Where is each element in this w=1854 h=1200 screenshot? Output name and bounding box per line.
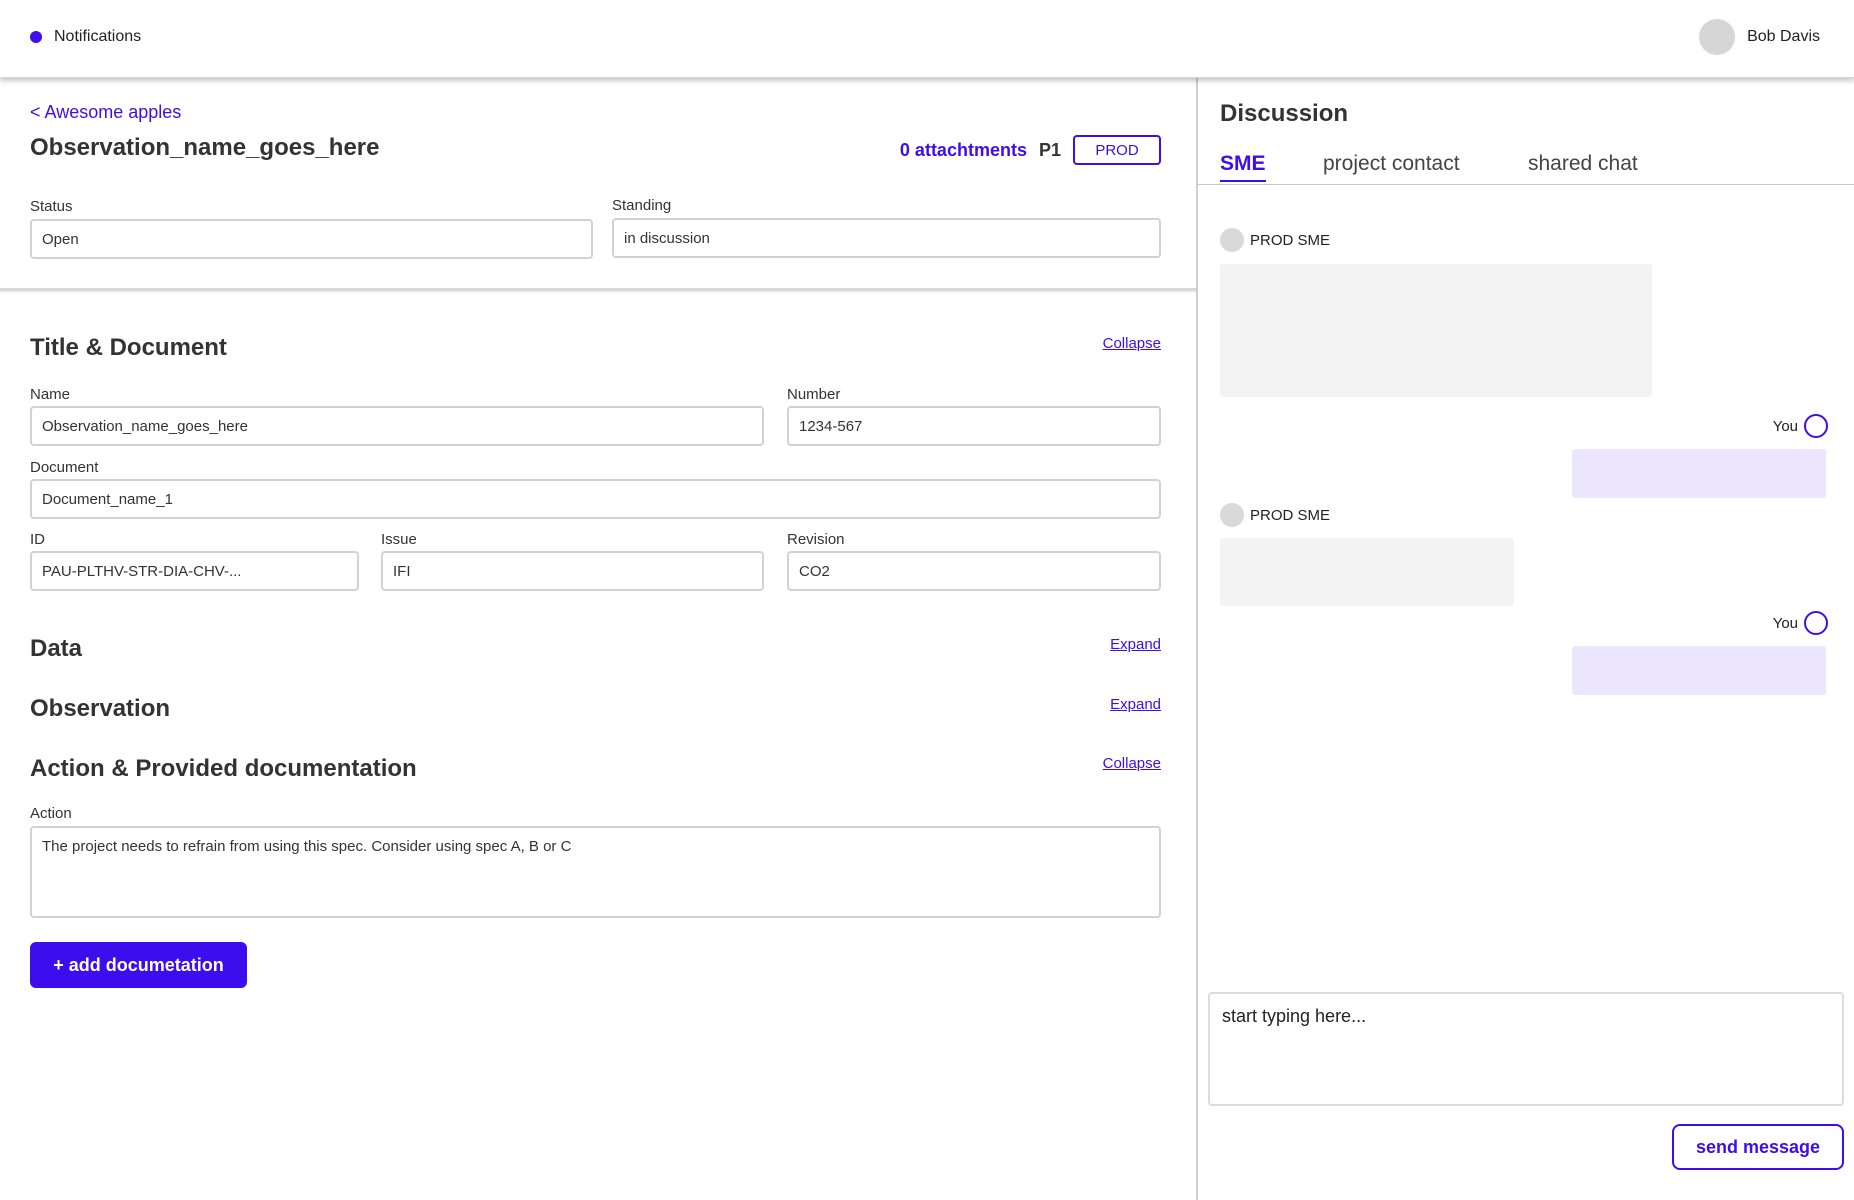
sender-name: You [1772,614,1798,632]
notifications-button[interactable]: Notifications [30,28,141,46]
data-heading: Data [30,635,83,662]
issue-label: Issue [381,531,417,548]
user-menu[interactable]: Bob Davis [1699,19,1820,55]
tab-shared-chat[interactable]: shared chat [1528,152,1638,180]
standing-label: Standing [612,197,672,214]
message-header: You [1773,611,1828,635]
add-documentation-button[interactable]: + add documetation [30,942,247,988]
message-bubble [1572,449,1826,498]
revision-label: Revision [787,531,845,548]
message-bubble [1220,264,1652,397]
observation-pane: < Awesome apples Observation_name_goes_h… [0,78,1196,1200]
message-bubble [1572,646,1826,695]
id-label: ID [30,531,45,548]
priority-label: P1 [1038,139,1061,160]
title-document-collapse-link[interactable]: Collapse [1103,335,1161,352]
header-separator [0,288,1196,291]
sender-name: You [1772,417,1798,435]
action-textarea[interactable]: The project needs to refrain from using … [30,826,1161,918]
issue-field[interactable]: IFI [381,551,764,591]
user-name: Bob Davis [1747,28,1820,45]
back-link[interactable]: < Awesome apples [30,102,181,123]
message-header: PROD SME [1220,228,1330,252]
action-label: Action [30,805,72,822]
title-document-heading: Title & Document [30,334,227,361]
own-avatar [1804,611,1828,635]
sender-avatar [1220,228,1244,252]
observation-expand-link[interactable]: Expand [1110,696,1161,713]
attachments-link[interactable]: 0 attachtments [900,140,1027,161]
observation-meta: 0 attachtments P1 PROD [900,135,1161,165]
number-field[interactable]: 1234-567 [787,406,1161,446]
status-label: Status [30,198,73,215]
avatar [1699,19,1736,55]
message-input[interactable]: start typing here... [1208,992,1844,1106]
name-field[interactable]: Observation_name_goes_here [30,406,764,446]
message-header: PROD SME [1220,503,1330,527]
status-field[interactable]: Open [30,219,593,259]
action-collapse-link[interactable]: Collapse [1103,755,1161,772]
top-bar: Notifications Bob Davis [0,0,1854,78]
discussion-tabs: SME project contact shared chat [1198,150,1854,185]
observation-heading: Observation [30,695,171,722]
data-expand-link[interactable]: Expand [1110,636,1161,653]
discussion-pane: Discussion SME project contact shared ch… [1198,78,1854,1200]
discussion-title: Discussion [1220,100,1349,127]
action-heading: Action & Provided documentation [30,755,417,782]
sender-name: PROD SME [1250,231,1331,249]
message-bubble [1220,538,1514,606]
env-badge: PROD [1073,135,1161,165]
notification-dot-icon [30,31,42,43]
id-field[interactable]: PAU-PLTHV-STR-DIA-CHV-... [30,551,359,591]
document-field[interactable]: Document_name_1 [30,479,1161,519]
number-label: Number [787,386,841,403]
revision-field[interactable]: CO2 [787,551,1161,591]
standing-field[interactable]: in discussion [612,218,1161,258]
name-label: Name [30,386,71,403]
sender-name: PROD SME [1250,506,1331,524]
page-title: Observation_name_goes_here [30,134,380,161]
notifications-label: Notifications [54,28,142,45]
sender-avatar [1220,503,1244,527]
document-label: Document [30,459,99,476]
tab-sme[interactable]: SME [1220,152,1266,182]
tab-project-contact[interactable]: project contact [1323,152,1460,180]
send-message-button[interactable]: send message [1672,1124,1844,1170]
own-avatar [1804,414,1828,438]
message-header: You [1773,414,1828,438]
